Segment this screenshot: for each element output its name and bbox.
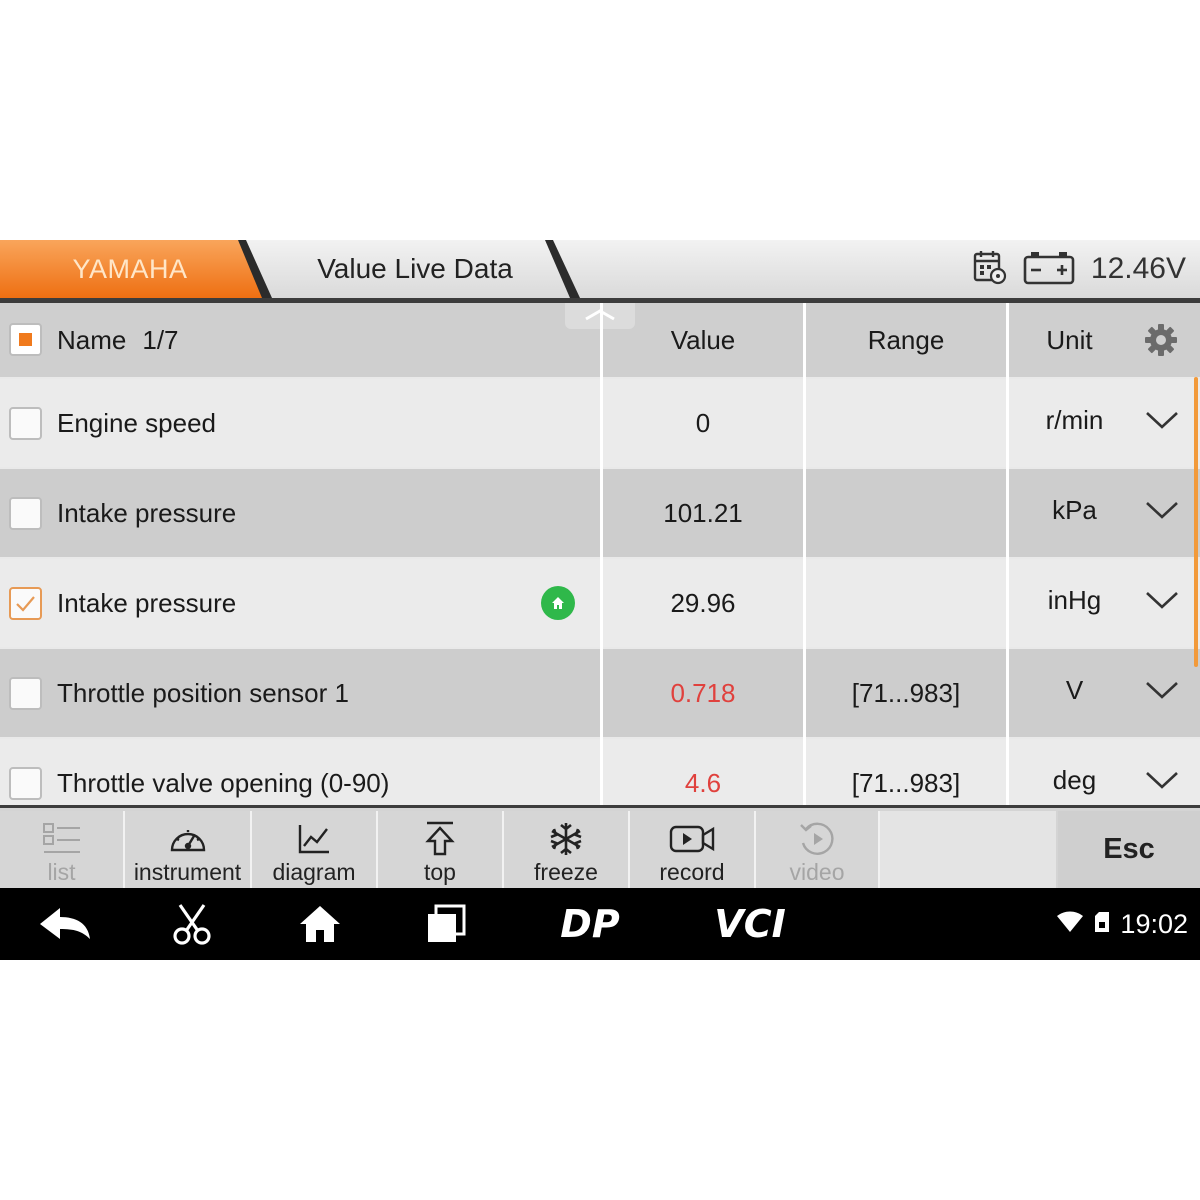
range-column-header: Range [867,324,945,355]
battery-voltage: 12.46V [1090,252,1186,285]
row-value-out-of-range: 0.718 [670,677,736,708]
row-value: 29.96 [670,587,736,618]
dp-logo-text: DP [560,904,620,944]
function-toolbar: list instrument diagram top freeze recor… [0,805,1200,888]
header-status: 12.46V [973,240,1186,298]
instrument-label: instrument [133,859,242,885]
settings-gear-icon[interactable] [1144,323,1178,362]
clock-time: 19:02 [1120,908,1188,939]
page-tab: Value Live Data [240,240,580,298]
row-value: 0 [695,407,711,438]
arrow-to-top-icon [424,817,456,861]
page-title: Value Live Data [317,253,513,284]
esc-button[interactable]: Esc [1058,811,1200,888]
video-label: video [789,859,845,885]
column-divider [1006,303,1009,805]
name-column-header: Name 1/7 [0,303,600,377]
back-arrow-icon[interactable] [30,888,100,960]
video-camera-icon [669,817,715,861]
top-label: top [424,859,456,885]
unit-dropdown-chevron-icon[interactable] [1144,497,1180,526]
live-data-table: Name 1/7 Value Range Unit Engine speed 0… [0,303,1200,805]
list-label: list [47,859,76,885]
column-divider [600,303,603,805]
brand-label: YAMAHA [72,254,188,284]
row-name: Intake pressure [57,497,237,528]
gauge-icon [168,817,208,861]
column-divider [803,303,806,805]
toolbar-spacer [880,811,1056,888]
record-button[interactable]: record [630,811,756,888]
record-label: record [659,859,725,885]
row-range [806,469,1006,557]
vci-logo[interactable]: VCI [690,888,810,960]
diagram-label: diagram [272,859,356,885]
row-value: 101.21 [663,497,743,528]
row-range [806,379,1006,467]
row-name: Throttle position sensor 1 [57,677,349,708]
video-button[interactable]: video [756,811,880,888]
system-status-area: 19:02 [1056,888,1188,960]
value-column-header: Value [670,324,736,355]
freeze-label: freeze [534,859,598,885]
list-icon [42,817,82,861]
snowflake-icon [548,817,584,861]
list-button[interactable]: list [0,811,125,888]
dp-logo[interactable]: DP [540,888,640,960]
row-name: Intake pressure [57,587,237,618]
row-range: [71...983] [851,767,961,798]
row-value-out-of-range: 4.6 [684,767,722,798]
page-indicator: 1/7 [142,324,179,355]
freeze-button[interactable]: freeze [504,811,630,888]
row-name: Engine speed [57,407,217,438]
unit-dropdown-chevron-icon[interactable] [1144,767,1180,796]
home-icon[interactable] [288,888,352,960]
battery-icon [1023,249,1075,290]
header-bar: YAMAHA Value Live Data 12.46V [0,240,1200,303]
name-header-label: Name [57,324,127,355]
replay-video-icon [798,817,836,861]
unit-dropdown-chevron-icon[interactable] [1144,407,1180,436]
calendar-gear-icon[interactable] [973,249,1007,290]
unit-dropdown-chevron-icon[interactable] [1144,587,1180,616]
scissors-screenshot-icon[interactable] [160,888,224,960]
top-button[interactable]: top [378,811,504,888]
diagram-button[interactable]: diagram [252,811,378,888]
instrument-button[interactable]: instrument [125,811,252,888]
unit-dropdown-chevron-icon[interactable] [1144,677,1180,706]
table-scrollbar[interactable] [1194,377,1198,667]
recent-apps-icon[interactable] [414,888,478,960]
vci-logo-text: VCI [714,904,785,944]
row-range [806,559,1006,647]
line-chart-icon [297,817,331,861]
row-name: Throttle valve opening (0-90) [57,767,390,798]
wifi-icon [1056,909,1084,940]
sim-card-icon [1094,909,1110,940]
home-badge-icon [541,586,575,620]
diagnostic-screen: YAMAHA Value Live Data 12.46V Name 1/7 V… [0,240,1200,960]
system-navigation-bar: DP VCI 19:02 [0,888,1200,960]
brand-tab[interactable]: YAMAHA [0,240,272,298]
row-range: [71...983] [851,677,961,708]
